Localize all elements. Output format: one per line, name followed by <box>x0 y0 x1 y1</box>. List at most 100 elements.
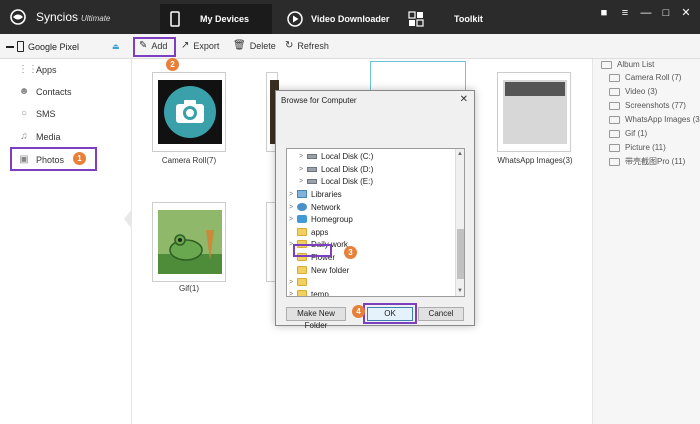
make-new-folder-button[interactable]: Make New Folder <box>286 307 346 330</box>
add-highlight <box>133 37 176 57</box>
refresh-label: Refresh <box>297 40 329 51</box>
album-label: Camera Roll(7) <box>161 156 217 165</box>
album-label: WhatsApp Images(3) <box>497 156 573 165</box>
expand-arrow-icon[interactable]: > <box>289 204 297 211</box>
cancel-button[interactable]: Cancel <box>418 307 464 321</box>
tree-node-label: Local Disk (E:) <box>321 176 374 186</box>
expand-arrow-icon[interactable]: > <box>289 291 297 297</box>
tree-node-label: apps <box>311 227 329 237</box>
eject-icon[interactable]: ⏏ <box>112 42 120 51</box>
album-list-item[interactable]: Screenshots (77) <box>609 101 686 110</box>
menu-icon[interactable]: ≡ <box>618 6 632 20</box>
album-list-item[interactable]: 带壳截图Pro (11) <box>609 156 685 167</box>
sidebar: ⋮⋮ Apps ☻ Contacts ○ SMS ♫ Media ▣ Photo… <box>0 59 132 424</box>
tab-my-devices[interactable]: My Devices <box>160 4 272 34</box>
scroll-up-icon[interactable]: ▲ <box>457 151 463 157</box>
tree-node-label: Local Disk (C:) <box>321 151 374 161</box>
sidebar-item-apps[interactable]: ⋮⋮ Apps <box>18 61 57 79</box>
scrollbar-thumb[interactable] <box>457 229 464 279</box>
folder-tree[interactable]: > Local Disk (C:) > Local Disk (D:) > Lo… <box>286 148 465 297</box>
tree-node-label: Libraries <box>311 189 342 199</box>
album-list-item[interactable]: Picture (11) <box>609 143 666 152</box>
album-list-item-label: Picture (11) <box>625 143 666 152</box>
album-list-item-label: WhatsApp Images (3) <box>625 115 700 124</box>
play-icon <box>287 11 303 27</box>
album-list-item[interactable]: WhatsApp Images (3) <box>609 115 700 124</box>
tree-node[interactable]: > <box>289 276 311 288</box>
tree-scrollbar[interactable]: ▲ ▼ <box>455 149 464 296</box>
expand-arrow-icon[interactable]: > <box>289 216 297 223</box>
device-icon <box>17 41 24 52</box>
title-bar: Syncios Ultimate My Devices Video Downloa… <box>0 0 700 34</box>
flower-highlight <box>293 244 332 257</box>
album-list-title: Album List <box>601 60 654 69</box>
album-list-item[interactable]: Gif (1) <box>609 129 647 138</box>
tree-node[interactable]: > Homegroup <box>289 213 353 225</box>
tree-node[interactable]: > temp <box>289 288 329 297</box>
expand-arrow-icon[interactable]: > <box>299 153 307 160</box>
folder-icon <box>297 290 307 296</box>
tab-toolkit[interactable]: Toolkit <box>408 4 488 34</box>
device-selector[interactable]: Google Pixel <box>6 41 79 52</box>
tree-node-label: Local Disk (D:) <box>321 164 374 174</box>
app-subtitle: Ultimate <box>81 14 111 23</box>
album-list-item[interactable]: Camera Roll (7) <box>609 73 681 82</box>
whatsapp-thumbnail <box>503 80 567 144</box>
tab-label: Toolkit <box>454 14 483 24</box>
browse-dialog: Browse for Computer ✕ > Local Disk (C:) … <box>275 90 475 330</box>
expand-arrow-icon[interactable]: > <box>299 166 307 173</box>
sidebar-item-label: Apps <box>36 65 57 75</box>
album-list-item[interactable]: Video (3) <box>609 87 657 96</box>
tree-node-label: Network <box>311 202 341 212</box>
tree-node[interactable]: > Local Disk (C:) <box>299 150 373 162</box>
step-badge-4: 4 <box>352 305 365 318</box>
step-badge-2: 2 <box>166 58 179 71</box>
album-list-item-label: Video (3) <box>625 87 658 96</box>
tree-node[interactable]: New folder <box>289 264 349 276</box>
close-icon[interactable]: ✕ <box>679 6 693 20</box>
album-list-item-label: Gif (1) <box>625 129 648 138</box>
minimize-icon[interactable]: — <box>639 6 653 20</box>
trash-icon: 🗑 <box>233 40 246 51</box>
tree-node[interactable]: > Local Disk (D:) <box>299 163 373 175</box>
export-button[interactable]: ↗ Export <box>181 40 219 51</box>
phone-icon <box>170 11 180 27</box>
export-label: Export <box>193 40 220 51</box>
folder-icon <box>297 228 307 236</box>
tree-node[interactable]: > Local Disk (E:) <box>299 175 373 187</box>
contacts-icon: ☻ <box>18 86 30 97</box>
sidebar-item-contacts[interactable]: ☻ Contacts <box>18 83 72 101</box>
apps-icon: ⋮⋮ <box>18 64 38 75</box>
sidebar-item-media[interactable]: ♫ Media <box>18 128 61 146</box>
expand-arrow-icon[interactable]: > <box>289 279 297 286</box>
tree-node-label: New folder <box>311 265 350 275</box>
dialog-close-icon[interactable]: ✕ <box>460 94 468 105</box>
tab-label: Video Downloader <box>311 14 390 24</box>
sidebar-item-label: Media <box>36 132 61 142</box>
device-name: Google Pixel <box>28 41 80 52</box>
tree-node-label: Homegroup <box>311 214 353 224</box>
delete-button[interactable]: 🗑 Delete <box>233 40 276 51</box>
sidebar-item-sms[interactable]: ○ SMS <box>18 105 56 123</box>
album-thumb-screenshots[interactable] <box>370 61 466 91</box>
album-thumb-camera-roll[interactable] <box>152 72 226 152</box>
refresh-button[interactable]: ↻ Refresh <box>285 40 329 51</box>
chat-icon[interactable]: ■ <box>597 6 611 20</box>
selection-pointer <box>124 209 132 229</box>
tree-node[interactable]: > Network <box>289 201 340 213</box>
app-name: Syncios <box>36 10 79 24</box>
expand-arrow-icon[interactable]: > <box>289 191 297 198</box>
album-label: Gif(1) <box>179 284 199 293</box>
album-thumb-gif[interactable] <box>152 202 226 282</box>
tab-video-downloader[interactable]: Video Downloader <box>287 4 392 34</box>
tree-node[interactable]: > Libraries <box>289 188 342 200</box>
dialog-title: Browse for Computer <box>281 96 357 105</box>
homegroup-icon <box>297 215 307 223</box>
maximize-icon[interactable]: □ <box>659 6 673 20</box>
tree-node[interactable]: apps <box>289 226 328 238</box>
expand-arrow-icon[interactable]: > <box>299 178 307 185</box>
disk-icon <box>307 153 317 159</box>
syncios-logo-icon <box>10 9 26 25</box>
album-thumb-whatsapp[interactable] <box>497 72 571 152</box>
scroll-down-icon[interactable]: ▼ <box>457 288 463 294</box>
